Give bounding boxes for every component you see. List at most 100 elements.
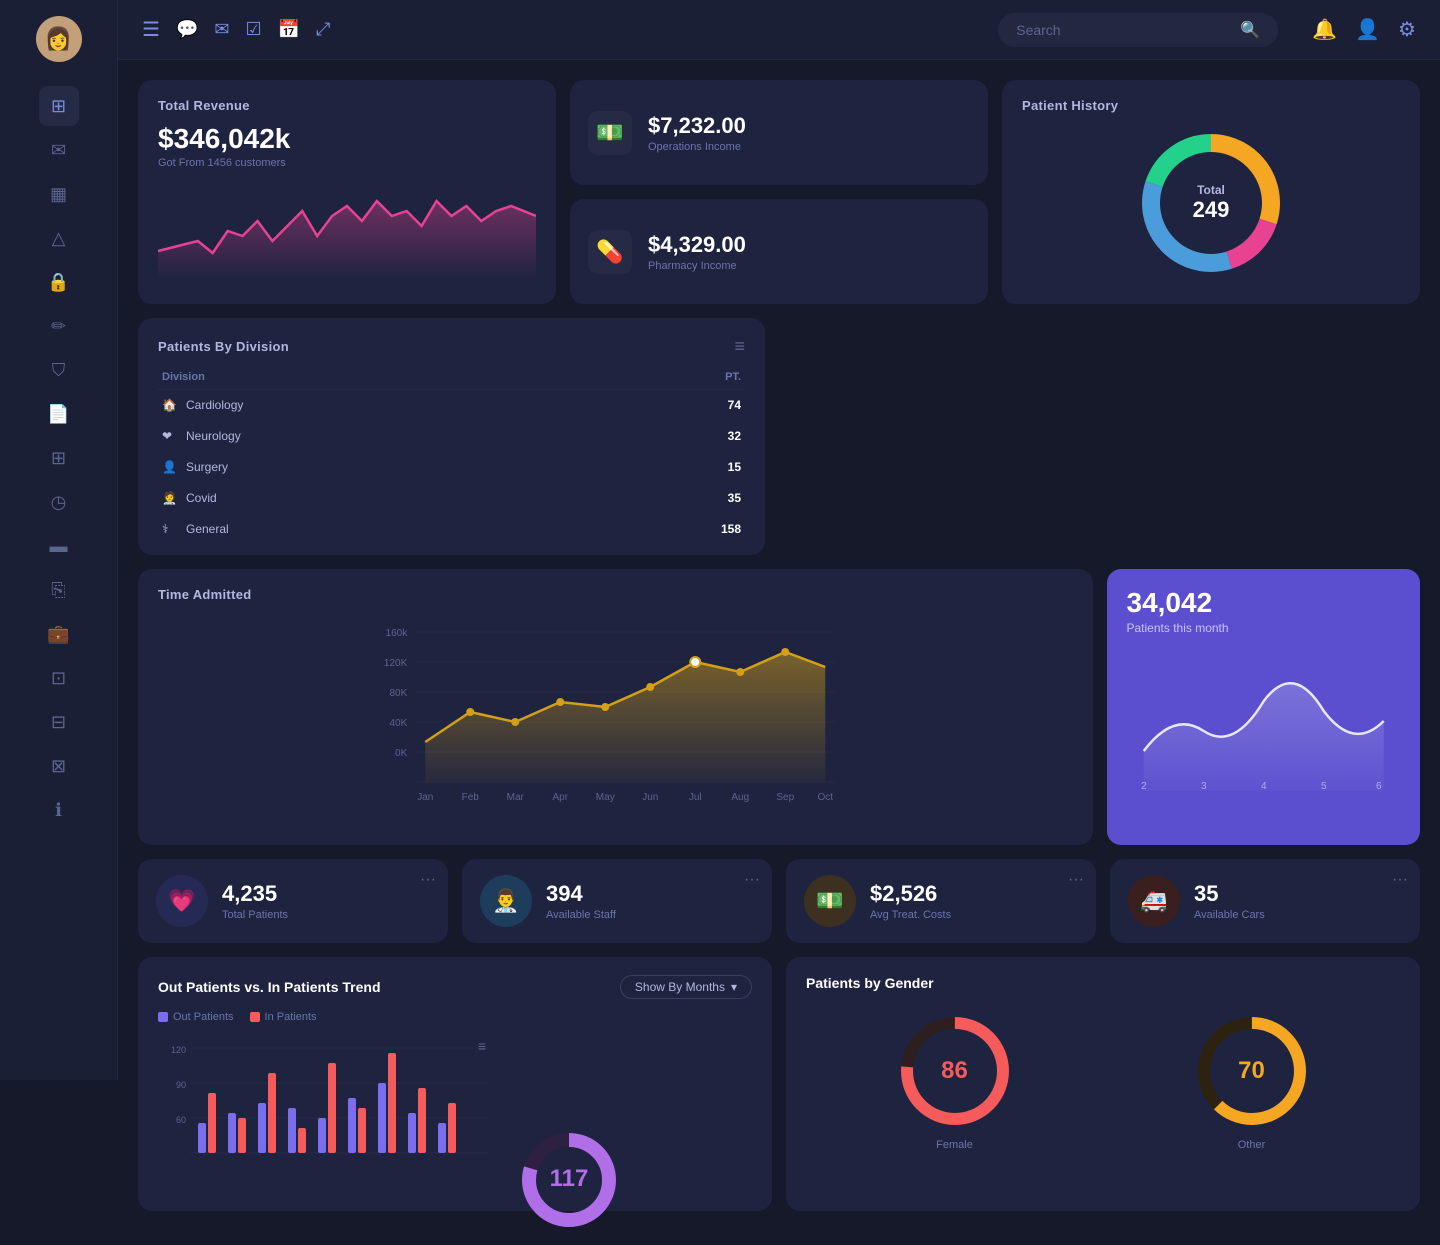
division-row-icon: 🏠 bbox=[162, 398, 177, 412]
edit-icon[interactable]: ✏ bbox=[39, 306, 79, 346]
female-label: Female bbox=[936, 1139, 973, 1151]
history-total-value: 249 bbox=[1193, 197, 1230, 223]
stat-icon: 💗 bbox=[168, 888, 195, 914]
svg-text:Mar: Mar bbox=[507, 792, 525, 803]
svg-text:120: 120 bbox=[171, 1045, 186, 1055]
division-row-icon: 👤 bbox=[162, 460, 177, 474]
trend-donut-value: 117 bbox=[550, 1165, 589, 1193]
pharmacy-amount: $4,329.00 bbox=[648, 232, 746, 258]
shield-icon[interactable]: ⛉ bbox=[39, 350, 79, 390]
svg-text:Oct: Oct bbox=[817, 792, 833, 803]
clock-icon[interactable]: ◷ bbox=[39, 482, 79, 522]
stat-menu[interactable]: ··· bbox=[420, 871, 436, 889]
pharmacy-label: Pharmacy Income bbox=[648, 260, 746, 272]
division-row: ⚕ General 158 bbox=[158, 514, 745, 538]
stat-menu[interactable]: ··· bbox=[1068, 871, 1084, 889]
avatar[interactable]: 👩 bbox=[36, 16, 82, 62]
history-title: Patient History bbox=[1022, 98, 1400, 113]
svg-text:6: 6 bbox=[1375, 781, 1381, 791]
time-admitted-chart: 160k 120K 80K 40K 0K bbox=[158, 612, 1073, 822]
operations-icon: 💵 bbox=[588, 111, 632, 155]
division-table-scroll[interactable]: Division PT. 🏠 Cardiology 74 ❤ Neurology… bbox=[158, 357, 745, 537]
total-revenue-card: Total Revenue $346,042k Got From 1456 cu… bbox=[138, 80, 556, 304]
row-2: Time Admitted 160k 120K 80K 40K 0K bbox=[138, 318, 1420, 845]
division-row-value: 74 bbox=[576, 390, 745, 421]
stat-card: ··· 💗 4,235 Total Patients bbox=[138, 859, 448, 943]
dashboard-icon[interactable]: ⊞ bbox=[39, 86, 79, 126]
revenue-amount: $346,042k bbox=[158, 123, 536, 155]
expand-icon[interactable]: ⤢ bbox=[316, 19, 330, 40]
legend-in-patients: In Patients bbox=[250, 1011, 317, 1023]
row-1: Total Revenue $346,042k Got From 1456 cu… bbox=[138, 80, 1420, 304]
division-row-icon: 🧑‍⚕ bbox=[162, 491, 177, 505]
legend-out-label: Out Patients bbox=[173, 1011, 234, 1023]
bar-icon[interactable]: ▬ bbox=[39, 526, 79, 566]
filter-label: Show By Months bbox=[635, 980, 725, 994]
svg-text:40K: 40K bbox=[389, 718, 407, 729]
revenue-subtitle: Got From 1456 customers bbox=[158, 157, 536, 169]
svg-text:Jan: Jan bbox=[417, 792, 433, 803]
stat-icon-wrap: 💗 bbox=[156, 875, 208, 927]
stat-menu[interactable]: ··· bbox=[744, 871, 760, 889]
stat-label: Available Staff bbox=[546, 909, 616, 921]
grid-icon[interactable]: ▦ bbox=[39, 174, 79, 214]
pharmacy-icon: 💊 bbox=[588, 230, 632, 274]
revenue-chart bbox=[158, 181, 536, 281]
mail-icon[interactable]: ✉ bbox=[39, 130, 79, 170]
bell-icon[interactable]: 🔔 bbox=[1312, 17, 1337, 42]
other-label: Other bbox=[1238, 1139, 1266, 1151]
search-input[interactable] bbox=[1016, 22, 1232, 38]
stat-label: Avg Treat. Costs bbox=[870, 909, 951, 921]
gender-title: Patients by Gender bbox=[806, 975, 1400, 991]
operations-amount: $7,232.00 bbox=[648, 113, 746, 139]
inbox-icon[interactable]: ⊡ bbox=[39, 658, 79, 698]
monitor-icon[interactable]: ⊟ bbox=[39, 702, 79, 742]
division-menu[interactable]: ≡ bbox=[734, 336, 745, 357]
table-icon[interactable]: ⊞ bbox=[39, 438, 79, 478]
time-title: Time Admitted bbox=[158, 587, 1073, 602]
time-admitted-card: Time Admitted 160k 120K 80K 40K 0K bbox=[138, 569, 1093, 845]
svg-text:3: 3 bbox=[1200, 781, 1206, 791]
trend-title: Out Patients vs. In Patients Trend bbox=[158, 979, 381, 995]
division-row-icon: ⚕ bbox=[162, 522, 169, 536]
stat-menu[interactable]: ··· bbox=[1392, 871, 1408, 889]
info-icon[interactable]: ℹ bbox=[39, 790, 79, 830]
stat-value: 35 bbox=[1194, 881, 1265, 907]
settings-icon[interactable]: ⚙ bbox=[1398, 17, 1416, 42]
check-icon[interactable]: ☑ bbox=[245, 19, 261, 40]
svg-text:80K: 80K bbox=[389, 688, 407, 699]
user-icon[interactable]: 👤 bbox=[1355, 17, 1380, 42]
svg-text:120K: 120K bbox=[384, 658, 408, 669]
svg-text:Jun: Jun bbox=[642, 792, 658, 803]
stat-card: ··· 👨‍⚕ 394 Available Staff bbox=[462, 859, 772, 943]
stat-icon: 🚑 bbox=[1140, 888, 1167, 914]
avatar-image: 👩 bbox=[45, 26, 72, 52]
division-row-value: 35 bbox=[576, 483, 745, 514]
chat-icon[interactable]: 💬 bbox=[176, 19, 198, 40]
briefcase-icon[interactable]: 💼 bbox=[39, 614, 79, 654]
division-row: ❤ Neurology 32 bbox=[158, 421, 745, 452]
alert-icon[interactable]: △ bbox=[39, 218, 79, 258]
patients-by-division-card: Patients By Division ≡ Division PT. 🏠 Ca… bbox=[138, 318, 765, 555]
topbar-right-icons: 🔔 👤 ⚙ bbox=[1312, 17, 1416, 42]
division-row: 👤 Surgery 15 bbox=[158, 452, 745, 483]
svg-text:Sep: Sep bbox=[776, 792, 794, 803]
gender-donut-other: 70 Other bbox=[1192, 1011, 1312, 1151]
search-icon: 🔍 bbox=[1240, 20, 1260, 40]
calendar-icon[interactable]: 📅 bbox=[278, 19, 300, 40]
file-icon[interactable]: 📄 bbox=[39, 394, 79, 434]
menu-icon[interactable]: ☰ bbox=[142, 17, 160, 42]
month-value: 34,042 bbox=[1127, 587, 1401, 619]
copy-icon[interactable]: ⎘ bbox=[39, 570, 79, 610]
other-value: 70 bbox=[1238, 1057, 1265, 1085]
svg-text:Apr: Apr bbox=[552, 792, 568, 803]
svg-text:Aug: Aug bbox=[731, 792, 749, 803]
lock-icon[interactable]: 🔒 bbox=[39, 262, 79, 302]
stat-card: ··· 💵 $2,526 Avg Treat. Costs bbox=[786, 859, 1096, 943]
store-icon[interactable]: ⊠ bbox=[39, 746, 79, 786]
stat-value: 394 bbox=[546, 881, 616, 907]
stat-value: 4,235 bbox=[222, 881, 288, 907]
mail-icon[interactable]: ✉ bbox=[214, 19, 229, 40]
svg-text:≡: ≡ bbox=[478, 1038, 486, 1054]
show-by-months-button[interactable]: Show By Months ▾ bbox=[620, 975, 752, 999]
